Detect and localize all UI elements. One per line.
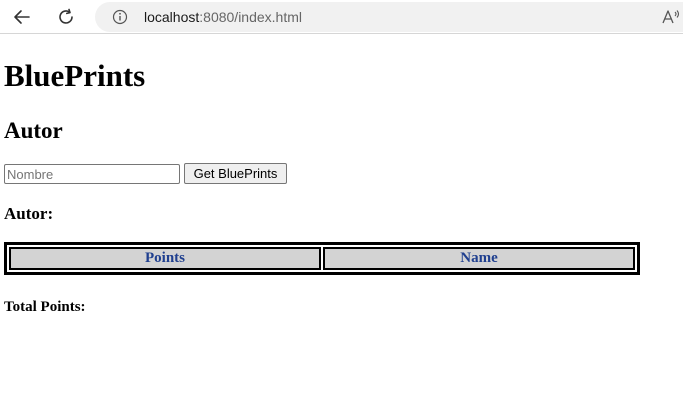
reload-icon xyxy=(59,8,73,24)
reload-button[interactable] xyxy=(52,3,80,31)
url-text[interactable]: localhost:8080/index.html xyxy=(144,8,302,26)
blueprints-table: Points Name xyxy=(4,242,640,275)
url-host: localhost xyxy=(144,9,200,25)
page-title: BluePrints xyxy=(4,58,146,93)
table-header-row: Points Name xyxy=(9,247,635,270)
address-bar[interactable]: localhost:8080/index.html xyxy=(95,2,683,32)
info-icon[interactable] xyxy=(111,8,129,26)
read-aloud-icon[interactable] xyxy=(661,8,681,28)
author-label: Autor: xyxy=(4,204,54,223)
author-name-input[interactable] xyxy=(4,164,180,184)
get-blueprints-button[interactable]: Get BluePrints xyxy=(184,163,287,184)
back-button[interactable] xyxy=(8,3,36,31)
back-arrow-icon xyxy=(14,10,30,24)
browser-toolbar: localhost:8080/index.html xyxy=(0,0,683,34)
points-column-header: Points xyxy=(9,247,321,270)
url-path: :8080/index.html xyxy=(199,9,302,25)
total-points-label: Total Points: xyxy=(4,299,86,315)
name-column-header: Name xyxy=(323,247,635,270)
section-heading: Autor xyxy=(4,118,63,143)
